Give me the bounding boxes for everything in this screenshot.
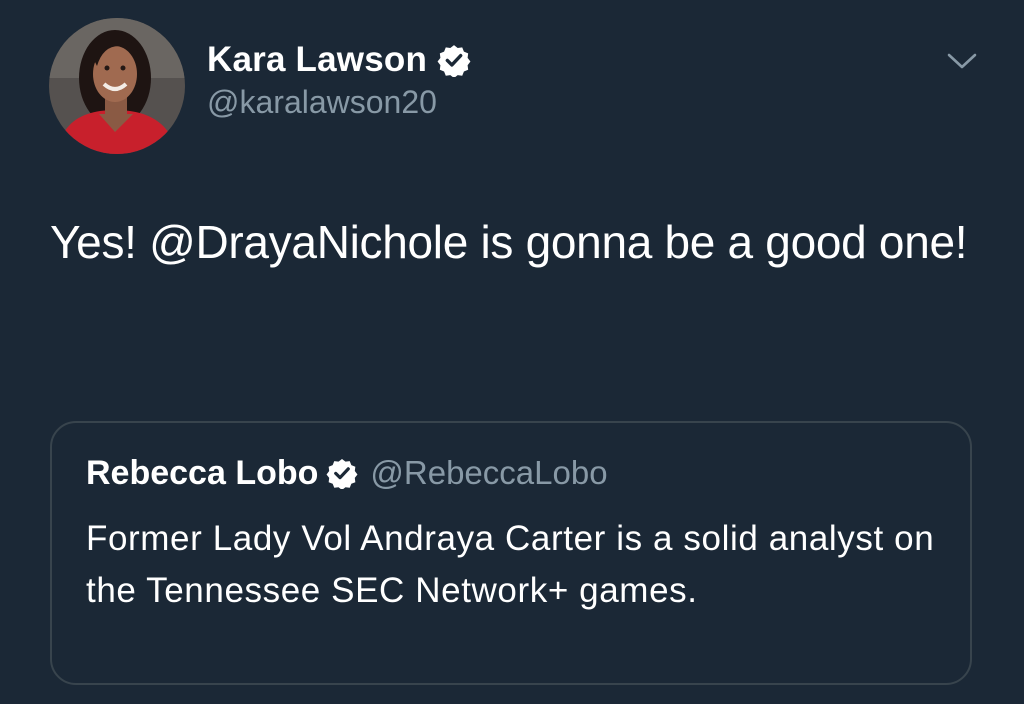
author-name[interactable]: Kara Lawson xyxy=(207,40,427,80)
verified-badge-icon xyxy=(326,459,358,489)
tweet-text: Yes! @DrayaNichole is gonna be a good on… xyxy=(50,216,968,268)
quoted-tweet-header: Rebecca Lobo @RebeccaLobo xyxy=(86,451,608,495)
quoted-tweet-text: Former Lady Vol Andraya Carter is a soli… xyxy=(86,519,935,610)
quoted-author-name: Rebecca Lobo xyxy=(86,453,319,492)
quoted-author-handle: @RebeccaLobo xyxy=(370,454,608,491)
avatar-photo xyxy=(49,18,185,154)
author-avatar[interactable] xyxy=(49,18,185,154)
verified-badge-icon xyxy=(437,45,471,77)
chevron-down-icon[interactable] xyxy=(946,50,978,72)
quoted-tweet-card[interactable]: Rebecca Lobo @RebeccaLobo Former Lady Vo… xyxy=(50,421,972,685)
author-name-row[interactable]: Kara Lawson xyxy=(207,38,471,82)
author-handle[interactable]: @karalawson20 xyxy=(207,84,437,121)
